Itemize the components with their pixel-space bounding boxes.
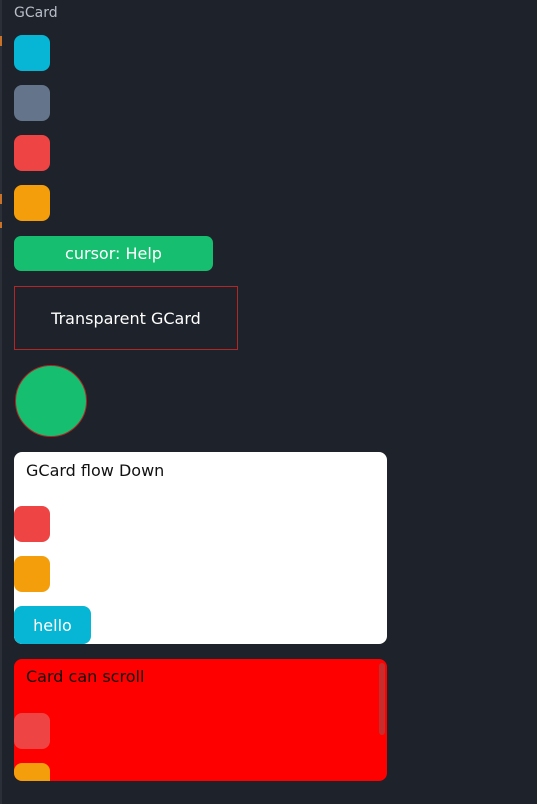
- left-edge-strip: [0, 0, 2, 804]
- transparent-card-label: Transparent GCard: [51, 308, 201, 328]
- edge-marker: [0, 194, 2, 204]
- edge-marker: [0, 222, 2, 228]
- flow-orange-square[interactable]: [14, 556, 50, 592]
- transparent-card[interactable]: Transparent GCard: [14, 286, 238, 350]
- flow-card-title: GCard flow Down: [26, 461, 165, 480]
- gcard-demo-page: GCard cursor: Help Transparent GCard GCa…: [0, 0, 537, 804]
- cursor-help-card[interactable]: cursor: Help: [14, 236, 213, 271]
- red-square[interactable]: [14, 135, 50, 171]
- orange-square[interactable]: [14, 185, 50, 221]
- scroll-card[interactable]: Card can scroll: [14, 659, 387, 781]
- scrollbar-thumb[interactable]: [379, 663, 385, 735]
- slate-square[interactable]: [14, 85, 50, 121]
- flow-red-square[interactable]: [14, 506, 50, 542]
- green-circle[interactable]: [15, 365, 87, 437]
- scroll-red-square[interactable]: [14, 713, 50, 749]
- cyan-square[interactable]: [14, 35, 50, 71]
- hello-button[interactable]: hello: [14, 606, 91, 644]
- scroll-card-title: Card can scroll: [26, 667, 145, 686]
- flow-down-card: GCard flow Down hello: [14, 452, 387, 644]
- hello-button-label: hello: [33, 615, 72, 635]
- edge-marker: [0, 36, 2, 46]
- scroll-orange-square[interactable]: [14, 763, 50, 781]
- cursor-help-label: cursor: Help: [65, 244, 162, 263]
- section-title: GCard: [14, 5, 58, 21]
